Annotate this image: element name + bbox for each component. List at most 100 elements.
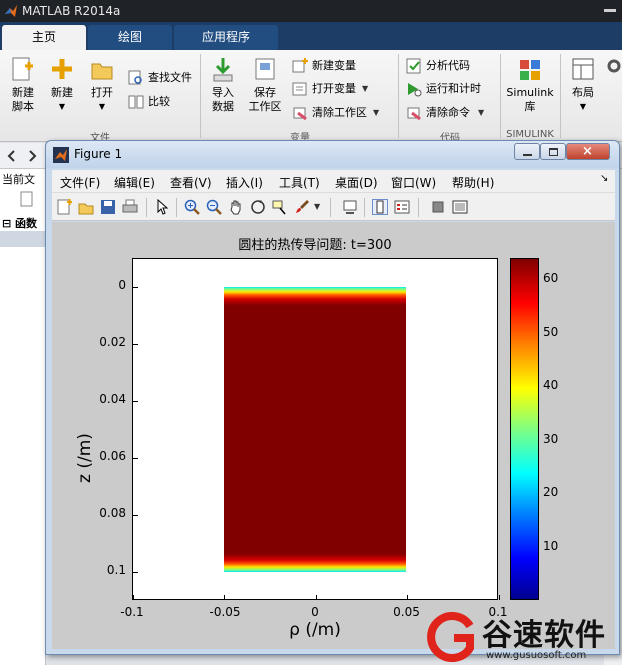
menu-edit[interactable]: 编辑(E) (114, 174, 155, 191)
menu-window[interactable]: 窗口(W) (391, 174, 436, 191)
save-icon[interactable] (100, 199, 116, 215)
data-cursor-icon[interactable] (272, 199, 288, 215)
pan-hand-icon[interactable] (228, 199, 244, 215)
ribbon-divider (200, 54, 201, 138)
figure-minimize-button[interactable] (514, 143, 540, 160)
colorbar-tick-label: 10 (543, 538, 559, 553)
simulink-icon (520, 60, 540, 80)
run-and-time-button[interactable]: 运行和计时 (406, 79, 481, 99)
y-tick-label: 0.1 (106, 563, 126, 577)
selected-row[interactable] (0, 231, 46, 247)
preferences-gear-icon[interactable] (606, 58, 622, 74)
zoom-out-icon[interactable] (206, 199, 222, 215)
insert-legend-icon[interactable] (394, 199, 410, 215)
clear-commands-icon (407, 107, 421, 121)
menu-tools[interactable]: 工具(T) (279, 174, 320, 191)
menu-view[interactable]: 查看(V) (170, 174, 212, 191)
menu-help[interactable]: 帮助(H) (452, 174, 494, 191)
show-plot-tools-icon[interactable] (452, 199, 468, 215)
zoom-in-icon[interactable] (184, 199, 200, 215)
current-folder-header: 当前文 (2, 173, 35, 186)
print-icon[interactable] (122, 199, 138, 215)
functions-tree-node[interactable]: ⊟ 函数 (2, 215, 37, 231)
compare-button[interactable]: 比较 (128, 92, 170, 112)
colorbar-tick-label: 60 (543, 271, 559, 286)
colorbar-tick-label: 40 (543, 378, 559, 393)
back-arrow-icon[interactable] (4, 148, 20, 164)
toolbar-divider (146, 198, 147, 217)
toolbar-divider (176, 198, 177, 217)
minimize-icon (523, 154, 532, 156)
colorbar[interactable] (510, 258, 539, 600)
new-button[interactable]: 新建 ▼ (46, 56, 78, 114)
pointer-icon[interactable] (154, 199, 170, 215)
new-variable-button[interactable]: 新建变量 (292, 56, 356, 76)
ribbon-toolstrip: 新建 脚本 新建 ▼ 打开 ▼ 查找文件 比较 文件 导入 数据 保存 工作区 新建… (0, 50, 622, 144)
x-tick-label: 0.05 (393, 605, 420, 619)
figure-titlebar[interactable]: Figure 1 × (46, 141, 619, 168)
tab-plots[interactable]: 绘图 (88, 25, 172, 50)
y-tick (133, 457, 138, 459)
y-tick-label: 0.06 (99, 449, 126, 463)
ribbon-divider (560, 54, 561, 138)
x-tick (224, 595, 225, 600)
import-data-button[interactable]: 导入 数据 (206, 56, 240, 114)
menu-insert[interactable]: 插入(I) (226, 174, 263, 191)
clear-workspace-button[interactable]: 清除工作区 ▼ (292, 103, 379, 123)
tab-home[interactable]: 主页 (2, 25, 86, 50)
open-button[interactable]: 打开 ▼ (86, 56, 118, 114)
analyze-code-button[interactable]: 分析代码 (406, 56, 470, 76)
ribbon-divider (500, 54, 501, 138)
figure-maximize-button[interactable] (540, 143, 566, 160)
brush-dropdown-icon[interactable]: ▼ (314, 202, 320, 211)
gusu-logo (427, 612, 474, 662)
new-variable-icon (292, 58, 308, 73)
forward-arrow-icon[interactable] (24, 148, 40, 164)
menu-dock-arrow-icon[interactable]: ↘ (600, 173, 608, 184)
new-script-button[interactable]: 新建 脚本 (6, 56, 40, 114)
matlab-titlebar: MATLAB R2014a (0, 0, 622, 22)
watermark: 谷速软件 www.gusuosoft.com (426, 608, 622, 665)
colorbar-tick-label: 50 (543, 324, 559, 339)
close-icon: × (582, 144, 593, 159)
x-tick (315, 595, 317, 600)
insert-colorbar-icon[interactable] (372, 199, 388, 215)
menu-desktop[interactable]: 桌面(D) (335, 174, 378, 191)
tab-apps[interactable]: 应用程序 (174, 25, 278, 50)
plot-title: 圆柱的热传导问题: t=300 (238, 238, 392, 253)
menu-file[interactable]: 文件(F) (60, 174, 100, 191)
clear-commands-button[interactable]: 清除命令 ▼ (406, 103, 484, 123)
colorbar-tick-label: 20 (543, 485, 559, 500)
plus-icon (52, 59, 72, 79)
rotate-3d-icon[interactable] (250, 199, 266, 215)
new-figure-icon[interactable] (56, 199, 72, 215)
x-tick (498, 595, 500, 600)
simulink-library-button[interactable]: Simulink 库 (504, 56, 556, 114)
file-icon (20, 191, 33, 207)
hide-plot-tools-icon[interactable] (430, 199, 446, 215)
ribbon-tab-bar: 主页 绘图 应用程序 (0, 22, 622, 50)
y-tick-label: 0.02 (99, 335, 126, 349)
save-workspace-button[interactable]: 保存 工作区 (246, 56, 284, 114)
find-files-button[interactable]: 查找文件 (128, 68, 192, 88)
temperature-field-surface (224, 287, 406, 572)
layout-button[interactable]: 布局 ▼ (566, 56, 600, 114)
clear-workspace-icon (293, 107, 307, 121)
find-files-icon (128, 70, 142, 85)
run-and-time-icon (408, 83, 422, 97)
y-tick-label: 0 (118, 278, 126, 292)
x-tick-label: 0 (311, 605, 319, 619)
y-tick (133, 286, 138, 288)
y-tick-label: 0.04 (99, 392, 126, 406)
link-plot-icon[interactable] (342, 199, 358, 215)
open-variable-button[interactable]: 打开变量 ▼ (292, 79, 368, 99)
y-tick-label: 0.08 (99, 506, 126, 520)
figure-title: Figure 1 (74, 147, 123, 161)
minimize-icon[interactable] (604, 9, 616, 12)
brush-icon[interactable] (294, 199, 310, 215)
plot-axes[interactable] (132, 258, 500, 600)
matlab-figure-icon (53, 147, 69, 163)
open-file-icon[interactable] (78, 199, 94, 215)
figure-window: Figure 1 × 文件(F) 编辑(E) 查看(V) 插入(I) 工具(T)… (45, 140, 620, 655)
figure-close-button[interactable]: × (566, 143, 610, 160)
